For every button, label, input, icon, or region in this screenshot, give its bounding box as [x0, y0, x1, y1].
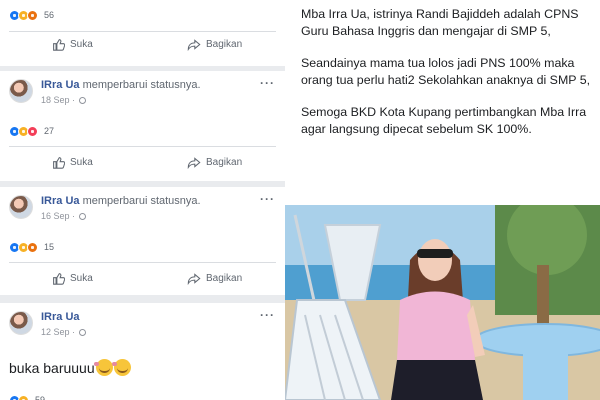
- reaction-count: 27: [44, 126, 55, 136]
- divider: [9, 146, 276, 147]
- post-card-1: 56 Suka Bagikan: [0, 0, 285, 66]
- post-card-3: IRra Ua memperbarui statusnya. 16 Sep · …: [0, 187, 285, 295]
- like-label: Suka: [70, 39, 93, 50]
- author-name[interactable]: IRra Ua: [41, 311, 80, 323]
- thumbs-up-icon: [53, 39, 65, 51]
- avatar[interactable]: [9, 195, 33, 219]
- like-button[interactable]: Suka: [52, 38, 93, 51]
- thumbs-up-icon: [53, 157, 65, 169]
- reactions-summary[interactable]: 56: [9, 8, 54, 22]
- share-label: Bagikan: [206, 273, 243, 284]
- divider: [9, 262, 276, 263]
- avatar[interactable]: [9, 311, 33, 335]
- post-time[interactable]: 16 Sep ·: [41, 210, 75, 222]
- author-name[interactable]: IRra Ua: [41, 79, 80, 91]
- reactions-summary[interactable]: 15: [9, 240, 54, 254]
- photo-illustration: [285, 205, 600, 400]
- share-arrow-icon: [187, 39, 201, 51]
- post-body: buka baruuuu: [9, 359, 95, 376]
- like-button[interactable]: Suka: [52, 156, 93, 169]
- avatar[interactable]: [9, 79, 33, 103]
- post-time[interactable]: 12 Sep ·: [41, 326, 75, 338]
- facebook-feed-panel: 56 Suka Bagikan IRra Ua memperbarui stat…: [0, 0, 285, 400]
- beach-photo: [285, 205, 600, 400]
- caption-paragraph-3: Semoga BKD Kota Kupang pertimbangkan Mba…: [301, 105, 587, 136]
- share-arrow-icon: [187, 157, 201, 169]
- more-dots-icon[interactable]: ···: [260, 308, 275, 322]
- post-card-2: IRra Ua memperbarui statusnya. 18 Sep · …: [0, 71, 285, 181]
- share-button[interactable]: Bagikan: [187, 272, 242, 285]
- globe-icon: [79, 96, 87, 104]
- caption-paragraph-1: Mba Irra Ua, istrinya Randi Bajiddeh ada…: [301, 7, 579, 38]
- post-text: buka baruuuu: [9, 359, 131, 376]
- reaction-count: 56: [44, 10, 55, 20]
- status-verb: memperbarui statusnya.: [82, 79, 201, 91]
- haha-reaction-icon: [18, 394, 29, 400]
- globe-icon: [79, 328, 87, 336]
- angry-reaction-icon: [27, 9, 38, 21]
- love-reaction-icon: [27, 125, 38, 137]
- share-button[interactable]: Bagikan: [187, 156, 242, 169]
- reaction-count: 15: [44, 242, 55, 252]
- post-card-4: IRra Ua 12 Sep · ··· buka baruuuu 59: [0, 303, 285, 400]
- more-dots-icon[interactable]: ···: [260, 192, 275, 206]
- post-time[interactable]: 18 Sep ·: [41, 94, 75, 106]
- reaction-count: 59: [35, 395, 46, 400]
- thumbs-up-icon: [53, 273, 65, 285]
- more-dots-icon[interactable]: ···: [260, 76, 275, 90]
- share-label: Bagikan: [206, 39, 243, 50]
- like-label: Suka: [70, 157, 93, 168]
- share-label: Bagikan: [206, 157, 243, 168]
- like-label: Suka: [70, 273, 93, 284]
- divider: [9, 31, 276, 32]
- smiling-face-with-hearts-icon: [93, 359, 113, 376]
- angry-reaction-icon: [27, 241, 38, 253]
- share-button[interactable]: Bagikan: [187, 38, 242, 51]
- status-verb: memperbarui statusnya.: [82, 195, 201, 207]
- like-button[interactable]: Suka: [52, 272, 93, 285]
- share-arrow-icon: [187, 273, 201, 285]
- author-name[interactable]: IRra Ua: [41, 195, 80, 207]
- caption-and-photo-panel: Mba Irra Ua, istrinya Randi Bajiddeh ada…: [285, 0, 600, 400]
- smiling-face-with-hearts-icon: [111, 359, 131, 376]
- reactions-summary[interactable]: 59: [9, 393, 45, 400]
- caption-paragraph-2: Seandainya mama tua lolos jadi PNS 100% …: [301, 56, 591, 87]
- globe-icon: [79, 212, 87, 220]
- reactions-summary[interactable]: 27: [9, 124, 54, 138]
- caption-text: Mba Irra Ua, istrinya Randi Bajiddeh ada…: [285, 0, 600, 205]
